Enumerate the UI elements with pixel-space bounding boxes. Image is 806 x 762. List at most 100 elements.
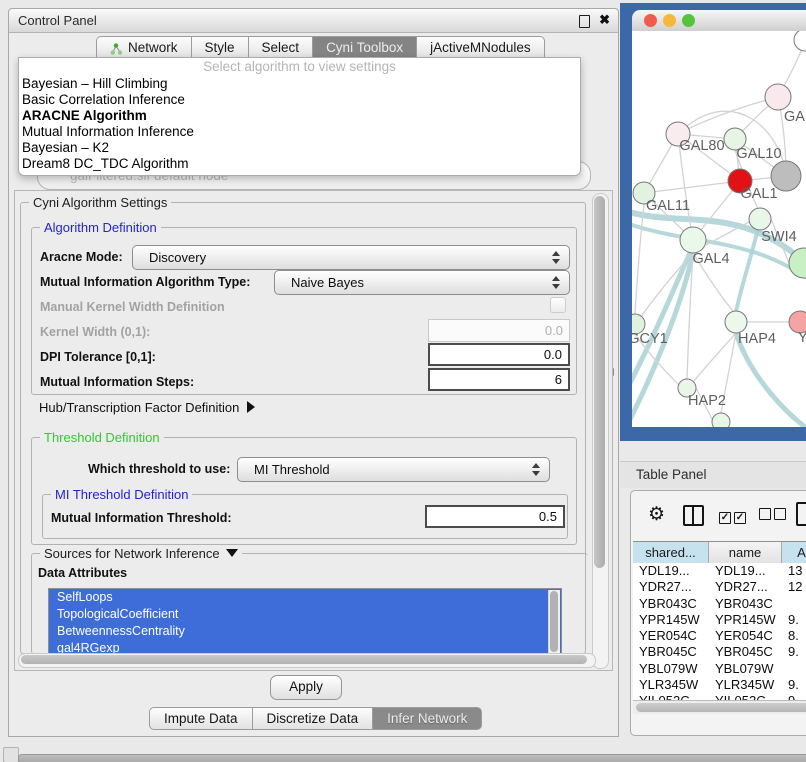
bottom-scrollbar[interactable]	[18, 754, 806, 762]
algorithm-option[interactable]: Mutual Information Inference	[19, 124, 580, 140]
settings-horizontal-scrollbar[interactable]	[18, 653, 596, 668]
table-row[interactable]: YDL19...YDL19...13	[633, 563, 806, 579]
mi-threshold-title: MI Threshold Definition	[51, 487, 192, 502]
algorithm-option[interactable]: Bayesian – Hill Climbing	[19, 76, 580, 92]
minimize-traffic-light-icon[interactable]	[663, 14, 676, 27]
tab-infer-network[interactable]: Infer Network	[372, 707, 482, 730]
gear-icon[interactable]: ⚙	[648, 503, 665, 526]
hub-definition-expander[interactable]: Hub/Transcription Factor Definition	[39, 400, 255, 415]
control-panel-title: Control Panel	[18, 13, 97, 28]
network-node[interactable]	[794, 31, 806, 51]
column-header[interactable]: A	[782, 542, 806, 564]
network-canvas[interactable]: GALGAL80GAL10GAL1GAL11SWI4GAL4GCY1HAP4YH…	[632, 31, 806, 427]
control-panel-window: Control Panel ✖ NetworkStyleSelectCyni T…	[8, 8, 619, 737]
table-row[interactable]: YIL052CYIL052C9.	[633, 693, 806, 700]
network-node-gal[interactable]	[765, 84, 791, 110]
table-horizontal-scrollbar[interactable]	[633, 700, 806, 714]
mi-threshold-field[interactable]: 0.5	[425, 505, 565, 528]
mi-steps-field[interactable]: 6	[428, 368, 570, 391]
tab-jactivemnodules[interactable]: jActiveMNodules	[416, 36, 545, 59]
unchecked-pair-icon[interactable]	[759, 507, 789, 525]
network-edge[interactable]	[736, 333, 806, 427]
network-node-swi4[interactable]	[749, 208, 771, 230]
attribute-option[interactable]: BetweennessCentrality	[49, 623, 561, 640]
network-node-gal4[interactable]	[680, 227, 706, 253]
tab-style[interactable]: Style	[191, 36, 248, 59]
stepper-arrows-icon	[552, 250, 561, 265]
node-label: GAL	[784, 109, 806, 125]
apply-button[interactable]: Apply	[270, 675, 342, 700]
table-row[interactable]: YPR145WYPR145W9.	[633, 612, 806, 628]
network-edge[interactable]	[694, 333, 736, 381]
which-threshold-select[interactable]: MI Threshold	[237, 457, 550, 482]
algorithm-option[interactable]: Bayesian – K2	[19, 140, 580, 156]
checked-pair-icon[interactable]: ✓✓	[719, 507, 749, 525]
table-row[interactable]: YER054CYER054C8.	[633, 628, 806, 644]
attribute-option[interactable]: SelfLoops	[49, 589, 561, 606]
dpi-tolerance-field[interactable]: 0.0	[428, 343, 570, 366]
table-cell: YDL19...	[633, 563, 709, 579]
aracne-mode-label: Aracne Mode:	[40, 250, 123, 264]
settings-vertical-scrollbar[interactable]	[592, 193, 609, 669]
split-columns-icon[interactable]	[683, 505, 704, 526]
network-node-hap4[interactable]	[725, 311, 747, 333]
data-attributes-label: Data Attributes	[38, 566, 127, 580]
control-panel-titlebar[interactable]: Control Panel ✖	[9, 9, 618, 33]
manual-kernel-checkbox[interactable]	[550, 297, 566, 313]
algorithm-option[interactable]: Dream8 DC_TDC Algorithm	[19, 156, 580, 172]
desktop: Control Panel ✖ NetworkStyleSelectCyni T…	[0, 0, 806, 762]
algorithm-option[interactable]: Basic Correlation Inference	[19, 92, 580, 108]
data-attributes-list[interactable]: SelfLoopsTopologicalCoefficientBetweenne…	[48, 588, 562, 656]
close-icon[interactable]: ✖	[599, 12, 610, 28]
aracne-mode-select[interactable]: Discovery	[132, 245, 570, 270]
tab-network[interactable]: Network	[96, 36, 191, 59]
table-row[interactable]: YBL079WYBL079W	[633, 661, 806, 677]
attribute-option[interactable]: TopologicalCoefficient	[49, 606, 561, 623]
table-cell: YBL079W	[633, 661, 709, 677]
tab-impute-data[interactable]: Impute Data	[149, 707, 252, 730]
float-window-icon[interactable]	[579, 15, 590, 28]
column-header[interactable]: name	[709, 542, 782, 564]
document-icon[interactable]	[796, 502, 806, 526]
mi-type-select[interactable]: Naive Bayes	[274, 270, 570, 295]
tab-cyni-toolbox[interactable]: Cyni Toolbox	[312, 36, 416, 59]
table-row[interactable]: YLR345WYLR345W9.	[633, 677, 806, 693]
algorithm-definition-title: Algorithm Definition	[40, 220, 161, 235]
table-cell: 8.	[782, 628, 806, 644]
table-panel-titlebar[interactable]: Table Panel	[620, 461, 806, 488]
manual-kernel-label: Manual Kernel Width Definition	[40, 300, 225, 314]
close-traffic-light-icon[interactable]	[644, 14, 657, 27]
list-scrollbar[interactable]	[548, 590, 560, 654]
table-row[interactable]: YDR27...YDR27...12	[633, 579, 806, 595]
network-view-window: GALGAL80GAL10GAL1GAL11SWI4GAL4GCY1HAP4YH…	[620, 3, 806, 441]
sources-expander[interactable]: Sources for Network Inference	[40, 546, 242, 561]
stepper-arrows-icon	[552, 275, 561, 290]
zoom-traffic-light-icon[interactable]	[682, 14, 695, 27]
table-panel: ⚙ ✓✓ shared...nameA YDL19...YDL19...13YD…	[630, 490, 806, 736]
algorithm-option[interactable]: ARACNE Algorithm	[19, 108, 580, 124]
table-cell: 9.	[782, 677, 806, 693]
table-cell: YIL052C	[633, 693, 709, 700]
stepper-arrows-icon	[532, 462, 541, 477]
node-label: GCY1	[632, 331, 668, 347]
tab-select[interactable]: Select	[248, 36, 313, 59]
algorithm-dropdown-prompt: Select algorithm to view settings	[19, 58, 580, 76]
network-edge[interactable]	[644, 181, 740, 193]
network-node[interactable]	[712, 413, 730, 427]
table-row[interactable]: YBR043CYBR043C	[633, 596, 806, 612]
network-edge[interactable]	[736, 229, 758, 312]
kernel-width-field[interactable]: 0.0	[428, 319, 570, 342]
table-cell: YLR345W	[633, 677, 709, 693]
cyni-settings-pane: Cyni Algorithm Settings Algorithm Defini…	[14, 190, 613, 671]
network-edge[interactable]	[635, 204, 644, 314]
table-cell: YDL19...	[709, 563, 782, 579]
tab-discretize-data[interactable]: Discretize Data	[252, 707, 373, 730]
bottom-left-icon[interactable]	[3, 747, 19, 762]
network-window-titlebar[interactable]	[632, 10, 806, 32]
column-header[interactable]: shared...	[633, 542, 709, 564]
table-cell: YBR043C	[633, 596, 709, 612]
table-row[interactable]: YBR045CYBR045C9.	[633, 644, 806, 660]
node-label: GAL11	[646, 198, 690, 214]
cp-bottom-tab-bar: Impute DataDiscretize DataInfer Network	[149, 707, 482, 730]
node-label: GAL4	[692, 251, 729, 267]
